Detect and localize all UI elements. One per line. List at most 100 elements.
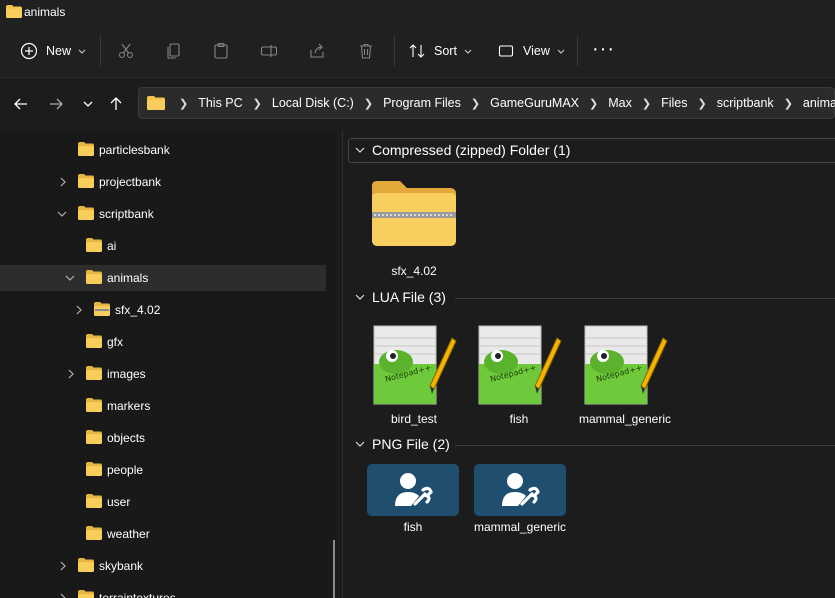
cut-button[interactable] [117, 39, 143, 63]
file-item-zip[interactable]: sfx_4.02 [366, 176, 462, 282]
scissors-icon [118, 43, 134, 59]
file-view: Compressed (zipped) Folder (1) sfx_4.02 … [343, 130, 835, 598]
breadcrumb-animals[interactable]: animals [803, 96, 835, 110]
tree-item-label: sfx_4.02 [115, 303, 161, 317]
group-header-png[interactable]: PNG File (2) [354, 436, 450, 452]
breadcrumb-gamegurumax[interactable]: GameGuruMAX [490, 96, 579, 110]
tree-item-terraintextures[interactable]: terraintextures [0, 585, 326, 598]
breadcrumb-scriptbank[interactable]: scriptbank [717, 96, 774, 110]
chevron-right-icon[interactable] [58, 561, 68, 571]
tree-item-objects[interactable]: objects [0, 425, 326, 451]
zipped-folder-icon [372, 181, 456, 246]
toolbar-separator [577, 36, 578, 66]
user-settings-image-icon [474, 464, 566, 516]
forward-arrow-icon[interactable] [46, 94, 66, 114]
chevron-down-icon[interactable] [57, 209, 67, 219]
zipped-folder-icon [94, 302, 110, 316]
file-item-bird-test[interactable]: Notepad++ bird_test [366, 320, 462, 428]
folder-icon [78, 206, 94, 220]
tree-item-label: people [107, 463, 144, 477]
tree-item-animals[interactable]: animals [0, 265, 326, 291]
delete-button[interactable] [357, 39, 383, 63]
breadcrumb-program-files[interactable]: Program Files [383, 96, 461, 110]
tree-item-people[interactable]: people [0, 457, 326, 483]
tree-item-particlesbank[interactable]: particlesbank [0, 137, 326, 163]
breadcrumb-max[interactable]: Max [608, 96, 632, 110]
folder-icon [6, 5, 22, 18]
file-item-fish-png[interactable]: fish [365, 463, 461, 539]
tree-item-weather[interactable]: weather [0, 521, 326, 547]
copy-button[interactable] [165, 39, 191, 63]
file-item-fish-lua[interactable]: Notepad++ fish [471, 320, 567, 428]
sort-label: Sort [434, 44, 457, 58]
tree-item-label: markers [107, 399, 151, 413]
folder-icon [78, 590, 94, 598]
group-header-compressed[interactable]: Compressed (zipped) Folder (1) [354, 142, 570, 158]
chevron-right-icon: ❯ [641, 97, 652, 110]
tree-item-ai[interactable]: ai [0, 233, 326, 259]
back-arrow-icon[interactable] [11, 94, 31, 114]
chevron-down-icon [78, 49, 86, 54]
tree-item-skybank[interactable]: skybank [0, 553, 326, 579]
chevron-right-icon: ❯ [470, 97, 481, 110]
chevron-down-icon [464, 49, 472, 54]
tree-item-label: user [107, 495, 131, 509]
address-bar[interactable]: ❯ This PC ❯ Local Disk (C:) ❯ Program Fi… [138, 87, 835, 119]
chevron-right-icon: ❯ [589, 97, 599, 110]
chevron-down-icon [355, 147, 365, 153]
chevron-right-icon: ❯ [252, 97, 262, 110]
tree-item-user[interactable]: user [0, 489, 326, 515]
chevron-right-icon[interactable] [58, 593, 68, 598]
tree-item-projectbank[interactable]: projectbank [0, 169, 326, 195]
tree-item-gfx[interactable]: gfx [0, 329, 326, 355]
group-title: PNG File (2) [372, 436, 450, 452]
chevron-right-icon[interactable] [66, 369, 76, 379]
user-settings-image-icon [367, 464, 459, 516]
tree-item-sfx[interactable]: sfx_4.02 [0, 297, 326, 323]
tree-item-images[interactable]: images [0, 361, 326, 387]
file-name: fish [509, 412, 529, 426]
chevron-right-icon[interactable] [74, 305, 84, 315]
tree-item-label: scriptbank [99, 207, 154, 221]
share-button[interactable] [308, 39, 334, 63]
breadcrumb: ❯ This PC ❯ Local Disk (C:) ❯ Program Fi… [147, 88, 835, 118]
file-name: bird_test [390, 412, 438, 426]
group-header-lua[interactable]: LUA File (3) [354, 289, 446, 305]
sort-button[interactable]: Sort [408, 39, 473, 63]
toolbar-separator [100, 36, 101, 66]
chevron-down-icon [355, 441, 365, 447]
tree-item-label: projectbank [99, 175, 162, 189]
tree-item-markers[interactable]: markers [0, 393, 326, 419]
tree-item-scriptbank[interactable]: scriptbank [0, 201, 326, 227]
paste-button[interactable] [212, 39, 238, 63]
chevron-right-icon[interactable] [58, 177, 68, 187]
window-title: animals [24, 5, 66, 19]
command-bar: New Sort View ··· [0, 24, 835, 78]
tree-item-label: animals [107, 271, 149, 285]
tree-item-label: images [107, 367, 146, 381]
more-options-button[interactable]: ··· [592, 37, 615, 61]
breadcrumb-files[interactable]: Files [661, 96, 687, 110]
up-arrow-icon[interactable] [106, 94, 126, 114]
file-item-mammal-generic-lua[interactable]: Notepad++ mammal_generic [577, 320, 673, 428]
file-item-mammal-generic-png[interactable]: mammal_generic [472, 463, 568, 539]
chevron-down-icon[interactable] [65, 273, 75, 283]
chevron-right-icon: ❯ [783, 97, 793, 110]
group-title: LUA File (3) [372, 289, 446, 305]
chevron-down-icon [557, 49, 565, 54]
tree-item-label: gfx [107, 335, 124, 349]
chevron-right-icon: ❯ [363, 97, 374, 110]
tree-scrollbar[interactable] [333, 540, 335, 598]
tree-item-label: ai [107, 239, 117, 253]
chevron-right-icon: ❯ [179, 97, 189, 110]
recent-locations-chevron-icon[interactable] [78, 94, 98, 114]
rename-button[interactable] [260, 39, 286, 63]
tree-item-label: skybank [99, 559, 144, 573]
folder-icon [86, 334, 102, 348]
view-icon [498, 45, 514, 57]
breadcrumb-local-disk[interactable]: Local Disk (C:) [272, 96, 354, 110]
view-button[interactable]: View [497, 39, 566, 63]
folder-icon [86, 366, 102, 380]
new-button[interactable]: New [20, 39, 87, 63]
breadcrumb-this-pc[interactable]: This PC [198, 96, 242, 110]
